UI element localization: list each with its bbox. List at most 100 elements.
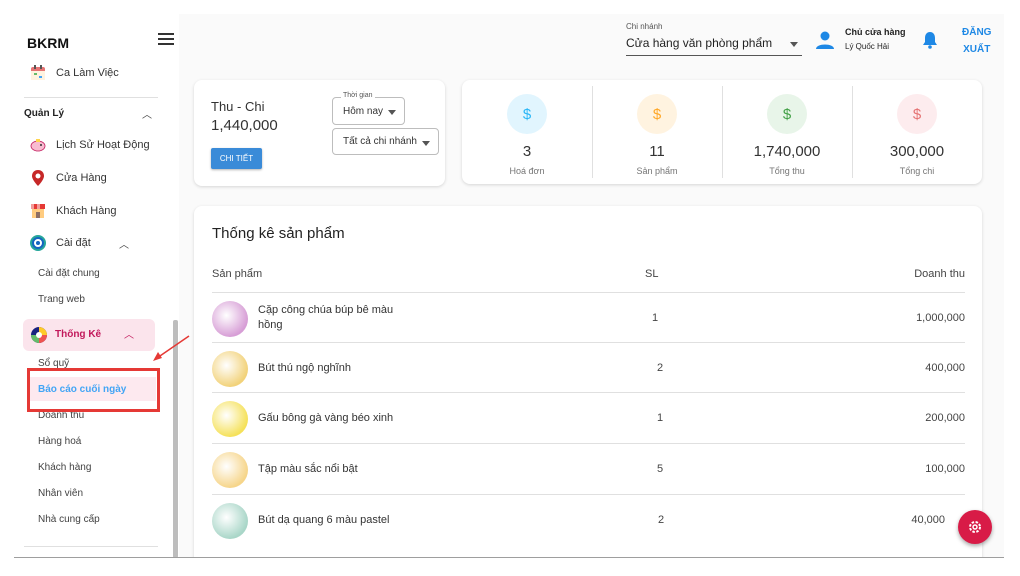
- sidebar-item-label: Ca Làm Việc: [56, 67, 119, 79]
- sidebar-item-label: Lịch Sử Hoạt Động: [56, 139, 150, 151]
- product-thumbnail: [212, 401, 248, 437]
- product-revenue: 100,000: [925, 463, 965, 475]
- stat-value: 11: [649, 143, 665, 160]
- product-thumbnail: [212, 503, 248, 539]
- location-pin-icon: [29, 169, 47, 187]
- dollar-icon: $: [897, 94, 937, 134]
- sidebar-sub-khach-hang[interactable]: Khách hàng: [38, 462, 91, 473]
- product-thumbnail: [212, 351, 248, 387]
- branch-filter-select[interactable]: Tất cả chi nhánh: [332, 128, 439, 155]
- user-role: Chủ cửa hàng: [845, 27, 906, 37]
- detail-button[interactable]: CHI TIẾT: [211, 148, 262, 169]
- stat-symbol: $: [912, 105, 922, 123]
- summary-value: 1,440,000: [211, 117, 278, 134]
- dropdown-arrow-icon: [422, 141, 430, 146]
- chevron-up-icon[interactable]: ︿: [119, 236, 129, 251]
- stat-caption: Sản phẩm: [636, 166, 678, 176]
- sidebar-item-cua-hang[interactable]: Cửa Hàng: [14, 165, 174, 191]
- logout-line1: ĐĂNG: [962, 27, 992, 38]
- branch-filter-value: Tất cả chi nhánh: [343, 136, 417, 147]
- product-qty: 1: [652, 312, 659, 324]
- product-name: Gấu bông gà vàng béo xinh: [258, 412, 394, 424]
- divider: [24, 546, 158, 547]
- gear-icon: [969, 521, 981, 533]
- sidebar-item-cai-dat[interactable]: Cài đặt: [14, 230, 174, 256]
- product-qty: 2: [657, 362, 664, 374]
- annotation-arrow-icon: [153, 335, 190, 361]
- stat-symbol: $: [522, 105, 532, 123]
- stat-products: $ 11 Sản phẩm: [592, 80, 722, 184]
- user-name: Lý Quốc Hải: [845, 42, 890, 51]
- chevron-up-icon[interactable]: ︿: [142, 106, 152, 121]
- table-row[interactable]: Bút dạ quang 6 màu pastel 2 40,000: [212, 494, 965, 544]
- branch-value: Cửa hàng văn phòng phẩm: [626, 36, 773, 50]
- stat-caption: Tổng thu: [769, 166, 805, 176]
- stat-symbol: $: [652, 105, 662, 123]
- sidebar-sub-hang-hoa[interactable]: Hàng hoá: [38, 436, 81, 447]
- dollar-icon: $: [637, 94, 677, 134]
- brand-logo: BKRM: [27, 35, 69, 51]
- stats-card: $ 3 Hoá đơn $ 11 Sản phẩm $ 1,740,000 Tổ…: [462, 80, 982, 184]
- sidebar-item-ca-lam-viec[interactable]: Ca Làm Việc: [14, 60, 174, 86]
- sidebar: BKRM Ca Làm Việc Quản Lý ︿ Lịch Sử Hoạt …: [14, 14, 179, 557]
- column-header-revenue[interactable]: Doanh thu: [914, 268, 965, 280]
- logout-button[interactable]: ĐĂNG XUẤT: [962, 24, 991, 58]
- stat-value: 3: [522, 143, 532, 160]
- branch-select[interactable]: Cửa hàng văn phòng phẩm: [626, 36, 802, 56]
- product-revenue: 400,000: [925, 362, 965, 374]
- dropdown-arrow-icon: [388, 110, 396, 115]
- dollar-icon: $: [767, 94, 807, 134]
- sidebar-item-khach-hang[interactable]: Khách Hàng: [14, 198, 174, 224]
- logout-line2: XUẤT: [963, 44, 991, 55]
- piggy-bank-icon: [29, 136, 47, 154]
- stat-symbol: $: [782, 105, 792, 123]
- chevron-up-icon[interactable]: ︿: [124, 326, 134, 341]
- product-revenue: 1,000,000: [916, 312, 965, 324]
- calendar-icon: [29, 64, 47, 82]
- product-name: Cặp công chúa búp bê màu hồng: [258, 304, 394, 331]
- settings-fab-button[interactable]: [958, 510, 992, 544]
- section-quan-ly[interactable]: Quản Lý: [24, 108, 64, 119]
- sidebar-sub-nha-cung-cap[interactable]: Nhà cung cấp: [38, 514, 100, 525]
- time-select[interactable]: Thời gian Hôm nay: [332, 92, 405, 125]
- time-select-value: Hôm nay: [343, 106, 384, 117]
- sidebar-item-label: Cài đặt: [56, 237, 91, 249]
- table-row[interactable]: Cặp công chúa búp bê màu hồng 1 1,000,00…: [212, 292, 965, 342]
- sidebar-sub-nhan-vien[interactable]: Nhân viên: [38, 488, 83, 499]
- shop-icon: [29, 202, 47, 220]
- stat-caption: Hoá đơn: [509, 166, 545, 176]
- dollar-icon: $: [507, 94, 547, 134]
- product-revenue: 40,000: [911, 514, 945, 526]
- sidebar-item-lich-su[interactable]: Lịch Sử Hoạt Động: [14, 132, 174, 158]
- time-select-label: Thời gian: [341, 92, 375, 99]
- table-row[interactable]: Bút thú ngộ nghĩnh 2 400,000: [212, 342, 965, 392]
- notification-bell-icon[interactable]: [922, 31, 938, 54]
- highlight-box: [27, 368, 160, 412]
- summary-title: Thu - Chi: [211, 99, 265, 114]
- hamburger-menu-icon[interactable]: [158, 33, 174, 47]
- table-row[interactable]: Gấu bông gà vàng béo xinh 1 200,000: [212, 392, 965, 442]
- settings-gear-icon: [29, 234, 47, 252]
- column-header-qty[interactable]: SL: [645, 268, 658, 280]
- account-icon[interactable]: [815, 30, 835, 55]
- product-qty: 5: [657, 463, 664, 475]
- column-header-product[interactable]: Sản phẩm: [212, 268, 262, 280]
- table-row[interactable]: Tập màu sắc nổi bật 5 100,000: [212, 443, 965, 493]
- product-name: Bút dạ quang 6 màu pastel: [258, 514, 390, 526]
- branch-label: Chi nhánh: [626, 22, 663, 31]
- summary-card: Thu - Chi 1,440,000 CHI TIẾT Thời gian H…: [194, 80, 445, 186]
- product-stats-title: Thống kê sản phẩm: [212, 225, 345, 242]
- sidebar-item-thong-ke[interactable]: Thống Kê ︿: [23, 319, 155, 351]
- sidebar-sub-trang-web[interactable]: Trang web: [38, 294, 85, 305]
- sidebar-item-label: Thống Kê: [55, 329, 102, 340]
- product-revenue: 200,000: [925, 412, 965, 424]
- app-frame: BKRM Ca Làm Việc Quản Lý ︿ Lịch Sử Hoạt …: [14, 14, 1004, 558]
- stat-total-expense: $ 300,000 Tổng chi: [852, 80, 982, 184]
- stat-caption: Tổng chi: [899, 166, 935, 176]
- product-thumbnail: [212, 301, 248, 337]
- product-qty: 1: [657, 412, 664, 424]
- sidebar-sub-cai-dat-chung[interactable]: Cài đặt chung: [38, 268, 100, 279]
- stat-value: 1,740,000: [753, 143, 821, 160]
- product-qty: 2: [658, 514, 665, 526]
- product-name: Bút thú ngộ nghĩnh: [258, 362, 351, 374]
